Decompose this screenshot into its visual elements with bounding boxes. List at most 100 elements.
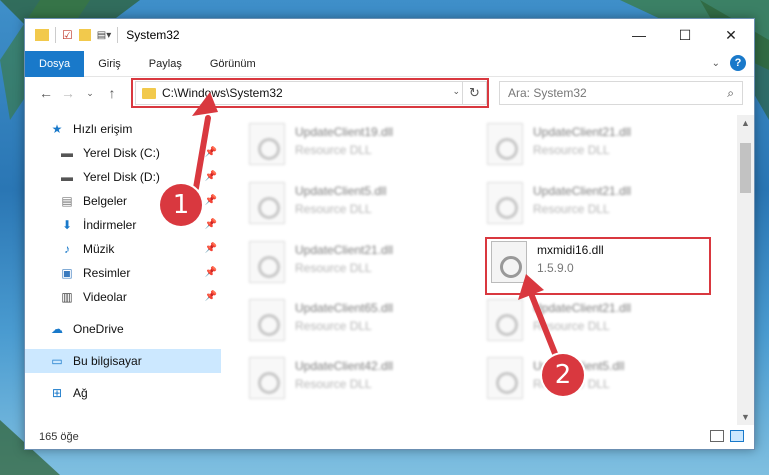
pin-icon[interactable]: 📌	[205, 219, 217, 230]
navigation-pane: ★ Hızlı erişim ▬ Yerel Disk (C:) 📌 ▬ Yer…	[25, 115, 221, 425]
search-icon[interactable]: ⌕	[727, 86, 734, 101]
sidebar-item-label: Yerel Disk (D:)	[83, 170, 160, 184]
sidebar-item-pictures[interactable]: ▣ Resimler 📌	[25, 261, 221, 285]
vertical-scrollbar[interactable]: ▲ ▼	[737, 115, 754, 425]
up-button[interactable]: ↑	[101, 81, 123, 105]
music-icon: ♪	[64, 242, 70, 256]
back-button[interactable]: ←	[35, 81, 57, 105]
recent-locations-button[interactable]: ⌄	[79, 81, 101, 105]
window-title: System32	[126, 28, 180, 42]
file-description: Resource DLL	[533, 202, 610, 216]
file-name: UpdateClient21.dll	[533, 125, 632, 139]
navigation-bar: ← → ⌄ ↑ C:\Windows\System32 ⌄ ↻ Ara: Sys…	[25, 77, 754, 109]
sidebar-item-network[interactable]: ⊞ Ağ	[25, 381, 221, 405]
file-item[interactable]: UpdateClient65.dll Resource DLL	[241, 293, 471, 349]
dll-file-icon	[249, 357, 285, 399]
file-name: UpdateClient21.dll	[533, 184, 632, 198]
title-bar: ☑ ▤▾ System32 — ☐ ✕	[25, 19, 754, 51]
file-item[interactable]: UpdateClient21.dll Resource DLL	[479, 293, 709, 349]
explorer-window: ☑ ▤▾ System32 — ☐ ✕ Dosya Giriş Paylaş G…	[24, 18, 755, 450]
dll-file-icon	[487, 182, 523, 224]
file-item[interactable]: UpdateClient5.dll Resource DLL	[241, 176, 471, 232]
sidebar-item-label: Belgeler	[83, 194, 128, 208]
quick-access-toolbar: ☑ ▤▾	[25, 27, 119, 43]
documents-icon: ▤	[61, 194, 73, 208]
file-name: UpdateClient42.dll	[295, 359, 394, 373]
sidebar-item-label: Yerel Disk (C:)	[83, 146, 160, 160]
forward-button[interactable]: →	[57, 81, 79, 105]
sidebar-item-videos[interactable]: ▥ Videolar 📌	[25, 285, 221, 309]
sidebar-item-label: Bu bilgisayar	[73, 354, 142, 368]
file-description: Resource DLL	[295, 202, 372, 216]
toolbar-divider	[55, 27, 56, 43]
star-icon: ★	[51, 122, 63, 136]
pin-icon[interactable]: 📌	[205, 291, 217, 302]
sidebar-item-label: Videolar	[83, 290, 127, 304]
download-icon: ⬇	[61, 218, 73, 232]
sidebar-item-local-disk-c[interactable]: ▬ Yerel Disk (C:) 📌	[25, 141, 221, 165]
pin-icon[interactable]: 📌	[205, 267, 217, 278]
sidebar-item-label: OneDrive	[73, 322, 124, 336]
ribbon-tabs: Dosya Giriş Paylaş Görünüm ⌄ ?	[25, 50, 754, 77]
tab-giris[interactable]: Giriş	[84, 51, 135, 77]
tab-gorunum[interactable]: Görünüm	[196, 51, 270, 77]
customize-toolbar-icon[interactable]: ▤▾	[97, 30, 111, 41]
file-description: Resource DLL	[295, 143, 372, 157]
sidebar-item-label: Hızlı erişim	[73, 122, 133, 136]
cloud-icon: ☁	[51, 322, 63, 336]
file-name: UpdateClient5.dll	[295, 184, 387, 198]
pin-icon[interactable]: 📌	[205, 171, 217, 182]
file-item[interactable]: UpdateClient19.dll Resource DLL	[241, 117, 471, 173]
dll-file-icon	[249, 123, 285, 165]
tab-dosya[interactable]: Dosya	[25, 50, 85, 77]
expand-ribbon-icon[interactable]: ⌄	[712, 58, 720, 69]
sidebar-item-this-pc[interactable]: ▭ Bu bilgisayar	[25, 349, 221, 373]
network-icon: ⊞	[51, 386, 63, 400]
minimize-button[interactable]: —	[616, 19, 662, 51]
file-item[interactable]: UpdateClient42.dll Resource DLL	[241, 351, 471, 407]
maximize-button[interactable]: ☐	[662, 19, 708, 51]
sidebar-item-onedrive[interactable]: ☁ OneDrive	[25, 317, 221, 341]
status-bar: 165 öğe	[25, 425, 754, 449]
sidebar-item-quick-access[interactable]: ★ Hızlı erişim	[25, 117, 221, 141]
pictures-icon: ▣	[61, 266, 73, 280]
new-folder-icon[interactable]	[78, 29, 91, 41]
tab-paylas[interactable]: Paylaş	[135, 51, 196, 77]
file-item[interactable]: UpdateClient21.dll Resource DLL	[479, 176, 709, 232]
file-description: Resource DLL	[533, 319, 610, 333]
file-item[interactable]: UpdateClient21.dll Resource DLL	[479, 117, 709, 173]
scroll-down-icon[interactable]: ▼	[737, 409, 754, 425]
dll-file-icon	[249, 182, 285, 224]
dll-file-icon	[249, 299, 285, 341]
search-placeholder: Ara: System32	[508, 86, 587, 100]
sidebar-item-label: Ağ	[73, 386, 88, 400]
sidebar-item-label: Müzik	[83, 242, 115, 256]
pin-icon[interactable]: 📌	[205, 195, 217, 206]
file-name: UpdateClient65.dll	[295, 301, 394, 315]
file-description: Resource DLL	[533, 143, 610, 157]
pin-icon[interactable]: 📌	[205, 147, 217, 158]
videos-icon: ▥	[61, 290, 73, 304]
sidebar-item-music[interactable]: ♪ Müzik 📌	[25, 237, 221, 261]
search-input[interactable]: Ara: System32 ⌕	[499, 81, 743, 105]
scroll-up-icon[interactable]: ▲	[737, 115, 754, 131]
file-highlight-box	[485, 237, 711, 295]
properties-icon[interactable]: ☑	[62, 28, 73, 42]
drive-icon: ▬	[61, 170, 73, 184]
help-icon[interactable]: ?	[730, 55, 746, 71]
sidebar-item-local-disk-d[interactable]: ▬ Yerel Disk (D:) 📌	[25, 165, 221, 189]
address-highlight-box	[131, 78, 489, 108]
file-name: UpdateClient19.dll	[295, 125, 394, 139]
dll-file-icon	[487, 123, 523, 165]
scrollbar-thumb[interactable]	[740, 143, 751, 193]
file-description: Resource DLL	[295, 377, 372, 391]
large-icons-view-icon[interactable]	[730, 430, 744, 442]
drive-icon: ▬	[61, 146, 73, 160]
pin-icon[interactable]: 📌	[205, 243, 217, 254]
folder-icon[interactable]	[35, 29, 49, 41]
file-item[interactable]: UpdateClient21.dll Resource DLL	[241, 235, 471, 291]
details-view-icon[interactable]	[710, 430, 724, 442]
computer-icon: ▭	[51, 354, 63, 368]
close-button[interactable]: ✕	[708, 19, 754, 51]
file-item[interactable]: UpdateClient5.dllResource DLL	[479, 351, 709, 407]
